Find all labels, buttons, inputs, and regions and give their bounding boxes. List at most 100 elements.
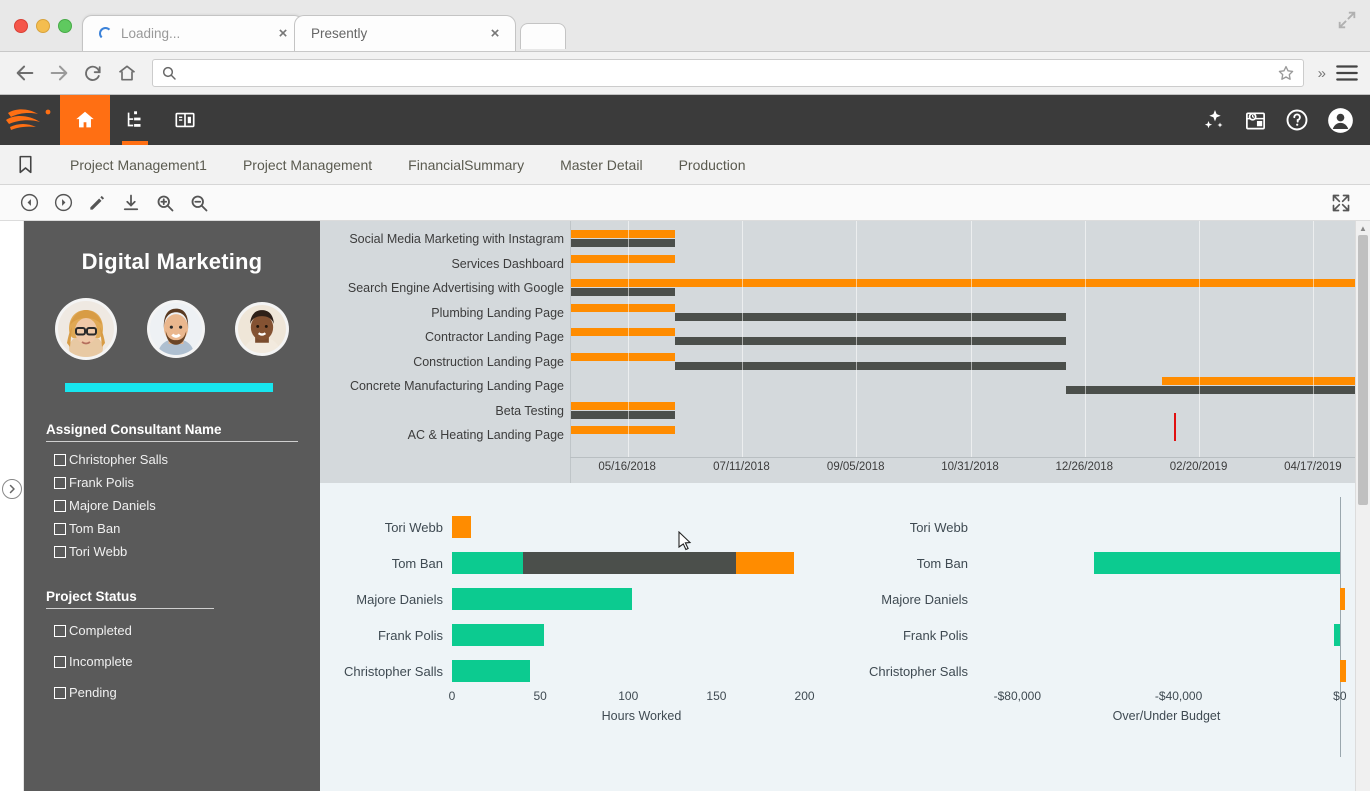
checkbox[interactable] bbox=[54, 500, 66, 512]
gantt-bar-actual[interactable] bbox=[675, 362, 1067, 370]
browser-tab-presently[interactable]: Presently × bbox=[294, 15, 516, 51]
gantt-bar-planned[interactable] bbox=[1162, 377, 1370, 385]
gantt-bar-actual[interactable] bbox=[571, 411, 675, 419]
filter-item-frank-polis[interactable]: Frank Polis bbox=[46, 471, 298, 494]
scroll-up-arrow-icon[interactable]: ▲ bbox=[1356, 221, 1370, 235]
hours-worked-chart[interactable]: Tori WebbTom BanMajore DanielsFrank Poli… bbox=[320, 489, 845, 791]
bar-segment[interactable] bbox=[1340, 660, 1346, 682]
filter-item-tori-webb[interactable]: Tori Webb bbox=[46, 540, 298, 563]
qlik-logo-icon[interactable] bbox=[0, 95, 60, 145]
gantt-category-label: Contractor Landing Page bbox=[320, 325, 570, 350]
bar-segment[interactable] bbox=[452, 552, 523, 574]
bar-row[interactable]: Majore Daniels bbox=[320, 581, 831, 617]
nav-storytelling-button[interactable] bbox=[160, 95, 210, 145]
sparkles-icon[interactable] bbox=[1202, 108, 1226, 132]
gantt-plot-area[interactable] bbox=[570, 221, 1370, 483]
gantt-bar-planned[interactable] bbox=[571, 353, 675, 361]
expand-panel-chevron-icon[interactable] bbox=[2, 479, 22, 499]
zoom-in-icon[interactable] bbox=[152, 190, 178, 216]
filter-item-majore-daniels[interactable]: Majore Daniels bbox=[46, 494, 298, 517]
checkbox[interactable] bbox=[54, 546, 66, 558]
fullscreen-icon[interactable] bbox=[1328, 190, 1354, 216]
nav-home-button[interactable] bbox=[60, 95, 110, 145]
checkbox[interactable] bbox=[54, 523, 66, 535]
filter-item-completed[interactable]: Completed bbox=[46, 615, 214, 646]
zoom-out-icon[interactable] bbox=[186, 190, 212, 216]
bar-segment[interactable] bbox=[1094, 552, 1340, 574]
sheet-tab-project-management1[interactable]: Project Management1 bbox=[52, 145, 225, 185]
back-arrow-icon[interactable] bbox=[10, 58, 40, 88]
sheet-tab-master-detail[interactable]: Master Detail bbox=[542, 145, 660, 185]
gantt-bar-actual[interactable] bbox=[571, 239, 675, 247]
gantt-bar-actual[interactable] bbox=[571, 288, 675, 296]
sheet-tab-project-management[interactable]: Project Management bbox=[225, 145, 390, 185]
bar-segment[interactable] bbox=[452, 588, 632, 610]
gantt-bar-planned[interactable] bbox=[571, 402, 675, 410]
circle-right-icon[interactable] bbox=[50, 190, 76, 216]
checkbox[interactable] bbox=[54, 454, 66, 466]
gantt-bar-planned[interactable] bbox=[571, 304, 675, 312]
maximize-window-button[interactable] bbox=[58, 19, 72, 33]
gantt-bar-actual[interactable] bbox=[675, 313, 1067, 321]
gantt-bar-actual[interactable] bbox=[675, 337, 1067, 345]
pencil-icon[interactable] bbox=[84, 190, 110, 216]
bar-segment[interactable] bbox=[523, 552, 736, 574]
checkbox[interactable] bbox=[54, 687, 66, 699]
vertical-scrollbar[interactable]: ▲ bbox=[1355, 221, 1370, 791]
gantt-bar-planned[interactable] bbox=[571, 255, 675, 263]
bar-row[interactable]: Tori Webb bbox=[845, 509, 1356, 545]
sheet-tab-production[interactable]: Production bbox=[661, 145, 764, 185]
vertical-scrollbar-thumb[interactable] bbox=[1358, 235, 1368, 505]
sheet-tab-financialsummary[interactable]: FinancialSummary bbox=[390, 145, 542, 185]
home-icon[interactable] bbox=[112, 58, 142, 88]
bookmark-star-icon[interactable] bbox=[1277, 64, 1295, 82]
bar-row[interactable]: Majore Daniels bbox=[845, 581, 1356, 617]
filter-item-tom-ban[interactable]: Tom Ban bbox=[46, 517, 298, 540]
bar-row[interactable]: Frank Polis bbox=[320, 617, 831, 653]
gantt-bar-planned[interactable] bbox=[571, 328, 675, 336]
filter-item-pending[interactable]: Pending bbox=[46, 677, 214, 708]
bar-segment[interactable] bbox=[1334, 624, 1340, 646]
bar-row[interactable]: Christopher Salls bbox=[845, 653, 1356, 689]
bar-track bbox=[977, 660, 1356, 682]
bar-row[interactable]: Christopher Salls bbox=[320, 653, 831, 689]
browser-tab-loading[interactable]: Loading... × bbox=[82, 15, 304, 51]
calendar-clock-icon[interactable] bbox=[1244, 109, 1267, 132]
address-bar[interactable] bbox=[152, 59, 1304, 87]
bar-segment[interactable] bbox=[736, 552, 794, 574]
browser-menu-icon[interactable] bbox=[1334, 60, 1360, 86]
reload-icon[interactable] bbox=[78, 58, 108, 88]
gantt-chart[interactable]: Social Media Marketing with InstagramSer… bbox=[320, 221, 1370, 489]
minimize-window-button[interactable] bbox=[36, 19, 50, 33]
gantt-bar-planned[interactable] bbox=[571, 230, 675, 238]
bar-segment[interactable] bbox=[452, 516, 471, 538]
bar-segment[interactable] bbox=[452, 660, 530, 682]
over-under-budget-chart[interactable]: Tori WebbTom BanMajore DanielsFrank Poli… bbox=[845, 489, 1370, 791]
nav-sheets-button[interactable] bbox=[110, 95, 160, 145]
new-tab-button[interactable] bbox=[520, 23, 566, 49]
filter-item-christopher-salls[interactable]: Christopher Salls bbox=[46, 448, 298, 471]
forward-arrow-icon[interactable] bbox=[44, 58, 74, 88]
user-avatar-icon[interactable] bbox=[1327, 107, 1354, 134]
close-window-button[interactable] bbox=[14, 19, 28, 33]
gantt-bar-actual[interactable] bbox=[1066, 386, 1370, 394]
question-icon[interactable] bbox=[1285, 108, 1309, 132]
expand-window-icon[interactable] bbox=[1336, 9, 1358, 31]
checkbox[interactable] bbox=[54, 477, 66, 489]
bar-row[interactable]: Tom Ban bbox=[320, 545, 831, 581]
bar-row[interactable]: Tori Webb bbox=[320, 509, 831, 545]
bar-segment[interactable] bbox=[452, 624, 544, 646]
bookmark-icon[interactable] bbox=[10, 154, 40, 175]
filter-item-incomplete[interactable]: Incomplete bbox=[46, 646, 214, 677]
overflow-chevron-icon[interactable]: » bbox=[1314, 65, 1330, 82]
bar-row[interactable]: Tom Ban bbox=[845, 545, 1356, 581]
checkbox[interactable] bbox=[54, 656, 66, 668]
bar-segment[interactable] bbox=[1340, 588, 1345, 610]
gantt-bar-planned[interactable] bbox=[571, 426, 675, 434]
close-tab-icon[interactable]: × bbox=[275, 26, 291, 42]
close-tab-icon[interactable]: × bbox=[487, 26, 503, 42]
bar-row[interactable]: Frank Polis bbox=[845, 617, 1356, 653]
circle-left-icon[interactable] bbox=[16, 190, 42, 216]
checkbox[interactable] bbox=[54, 625, 66, 637]
download-icon[interactable] bbox=[118, 190, 144, 216]
